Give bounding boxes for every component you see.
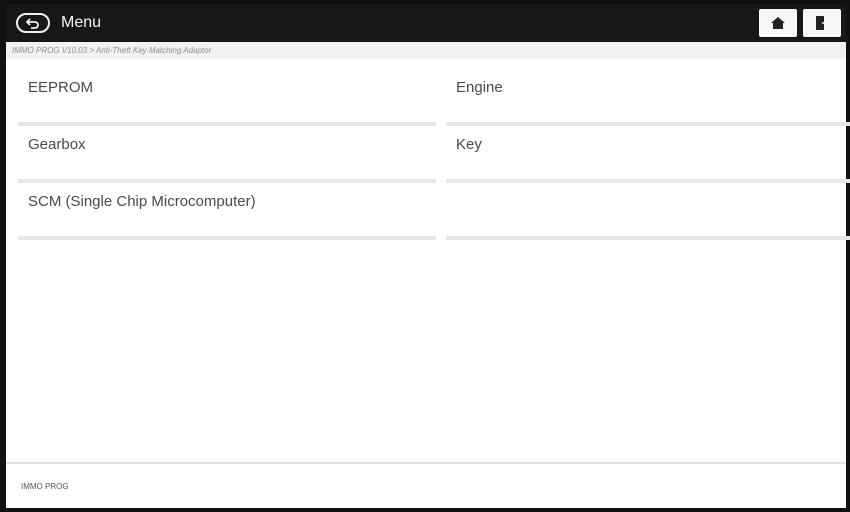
menu-item-label: SCM (Single Chip Microcomputer) <box>28 193 256 210</box>
menu-item-empty <box>446 193 850 240</box>
home-icon <box>771 17 785 29</box>
breadcrumb: IMMO PROG V10.03 > Anti-Theft Key Matchi… <box>6 42 846 59</box>
menu-item-label: Gearbox <box>28 136 86 153</box>
footer-label: IMMO PROG <box>21 482 69 491</box>
menu-item-scm[interactable]: SCM (Single Chip Microcomputer) <box>18 193 436 240</box>
home-button[interactable] <box>759 9 797 37</box>
menu-item-label: Engine <box>456 79 503 96</box>
app-window: Menu IMMO PROG V10.03 > Anti-Theft Key M… <box>0 0 850 512</box>
exit-icon <box>816 16 829 30</box>
menu-item-eeprom[interactable]: EEPROM <box>18 79 436 126</box>
back-arrow-icon <box>25 18 39 29</box>
exit-button[interactable] <box>803 9 841 37</box>
menu-item-gearbox[interactable]: Gearbox <box>18 136 436 183</box>
menu-item-engine[interactable]: Engine <box>446 79 850 126</box>
menu-item-label: EEPROM <box>28 79 94 96</box>
top-bar: Menu <box>6 4 846 42</box>
toolbar <box>759 9 841 37</box>
page-title: Menu <box>61 14 102 31</box>
footer-bar: IMMO PROG <box>6 462 846 508</box>
menu-item-label: Key <box>456 136 482 153</box>
menu-item-key[interactable]: Key <box>446 136 850 183</box>
back-button[interactable] <box>16 13 50 33</box>
